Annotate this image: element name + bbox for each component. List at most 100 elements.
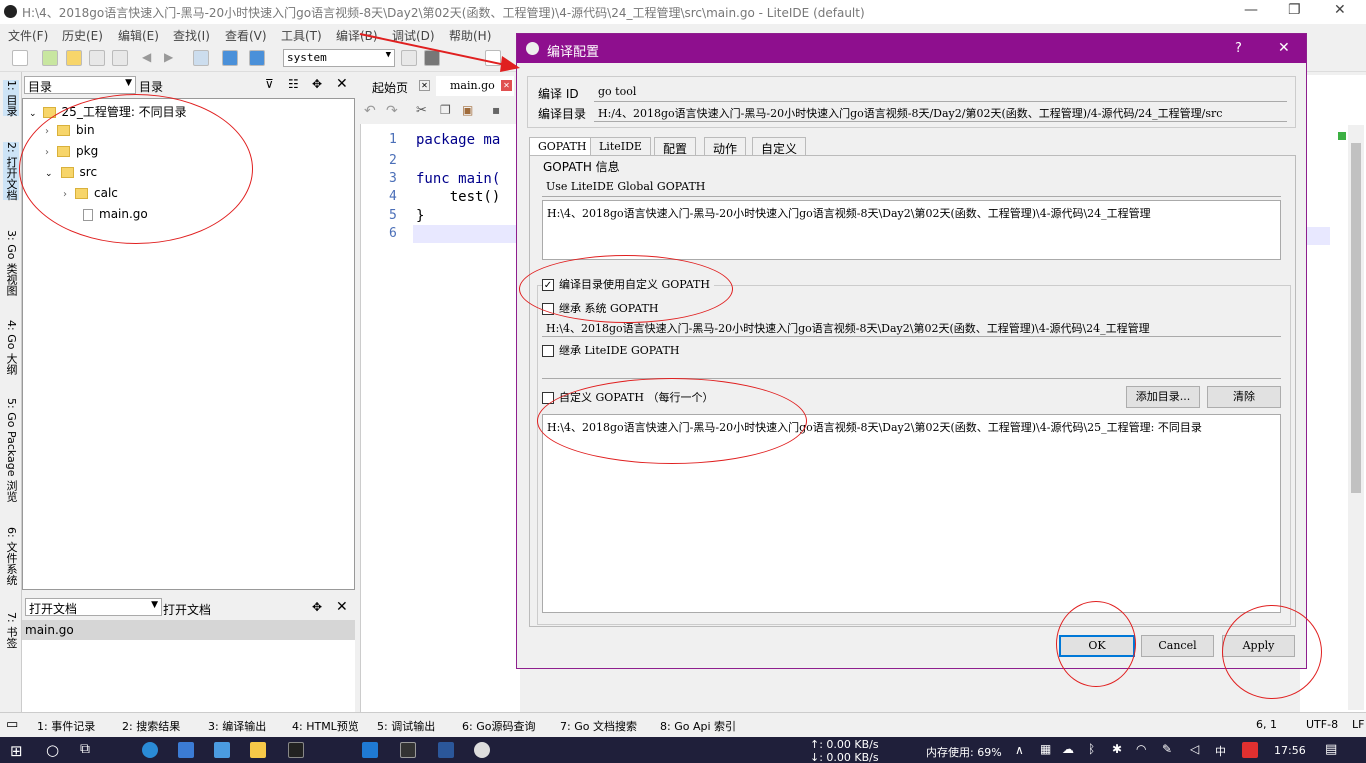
sidetab-directory[interactable]: 1: 目录 bbox=[3, 80, 19, 117]
tab-actions[interactable]: 动作 bbox=[704, 137, 747, 156]
dir-combo[interactable]: 目录 ▼ bbox=[24, 76, 136, 94]
status-tab-search-results[interactable]: 2: 搜索结果 bbox=[122, 718, 180, 734]
open-folder-icon[interactable] bbox=[66, 50, 82, 66]
tab-label: 动作 bbox=[713, 142, 738, 156]
help-button[interactable]: ? bbox=[1235, 41, 1242, 56]
code-editor[interactable]: 1 2 3 4 5 6 package ma func main( test()… bbox=[360, 124, 521, 712]
tab-gopath[interactable]: GOPATH bbox=[529, 137, 596, 156]
scrollbar[interactable] bbox=[1348, 125, 1364, 710]
vscode-icon[interactable] bbox=[362, 742, 378, 758]
window-titlebar: H:\4、2018go语言快速入门-黑马-20小时快速入门go语言视频-8天\D… bbox=[0, 0, 1366, 24]
inherit-liteide-gopath-checkbox[interactable]: 继承 LiteIDE GOPATH bbox=[542, 342, 679, 358]
open-doc-item[interactable]: main.go bbox=[22, 620, 355, 640]
save-icon[interactable] bbox=[89, 50, 105, 66]
close-icon[interactable]: ✕ bbox=[336, 599, 348, 615]
pen-icon[interactable]: ✎ bbox=[1162, 742, 1172, 756]
sogou-icon[interactable] bbox=[1242, 742, 1258, 758]
ime-indicator[interactable]: 中 bbox=[1215, 743, 1226, 759]
tools-icon[interactable] bbox=[193, 50, 209, 66]
star-icon[interactable]: ✱ bbox=[1112, 742, 1122, 756]
menu-file[interactable]: 文件(F) bbox=[8, 27, 48, 44]
code-line: } bbox=[416, 208, 425, 224]
menu-find[interactable]: 查找(I) bbox=[173, 27, 210, 44]
copy-icon[interactable]: ❐ bbox=[440, 103, 451, 117]
redo-icon[interactable]: ↷ bbox=[386, 103, 398, 119]
save-all-icon[interactable] bbox=[112, 50, 128, 66]
store-icon[interactable] bbox=[214, 742, 230, 758]
folder-icon[interactable] bbox=[250, 742, 266, 758]
editor-tab-main-go[interactable]: main.go ✕ bbox=[436, 76, 514, 96]
sidetab-outline[interactable]: 4: Go 大纲 bbox=[3, 320, 19, 375]
menu-history[interactable]: 历史(E) bbox=[62, 27, 103, 44]
new-file-icon[interactable] bbox=[12, 50, 28, 66]
editor-tab-start[interactable]: 起始页 ✕ bbox=[362, 76, 434, 96]
windows-start-icon[interactable]: ⊞ bbox=[10, 742, 23, 760]
restore-button[interactable]: ❐ bbox=[1288, 2, 1301, 18]
status-tab-event-log[interactable]: 1: 事件记录 bbox=[37, 718, 95, 734]
filter-icon[interactable]: ⊽ bbox=[265, 77, 274, 91]
jetbrains-icon[interactable] bbox=[288, 742, 304, 758]
status-tab-api-index[interactable]: 8: Go Api 索引 bbox=[660, 718, 736, 734]
status-tab-html-preview[interactable]: 4: HTML预览 bbox=[292, 718, 359, 734]
status-tab-debug-output[interactable]: 5: 调试输出 bbox=[377, 718, 435, 734]
terminal-icon[interactable] bbox=[400, 742, 416, 758]
add-directory-button[interactable]: 添加目录... bbox=[1126, 386, 1200, 408]
scrollbar-thumb[interactable] bbox=[1351, 143, 1361, 493]
sidetab-bookmarks[interactable]: 7: 书签 bbox=[3, 612, 19, 648]
status-tab-build-output[interactable]: 3: 编译输出 bbox=[208, 718, 266, 734]
open-file-icon[interactable] bbox=[42, 50, 58, 66]
sidetab-filesystem[interactable]: 6: 文件系统 bbox=[3, 527, 19, 585]
sidetab-package-browser[interactable]: 5: Go Package 浏览 bbox=[3, 398, 19, 502]
paste-icon[interactable]: ▣ bbox=[462, 103, 473, 117]
close-icon[interactable]: ✕ bbox=[501, 80, 512, 91]
liteide-icon[interactable] bbox=[474, 742, 490, 758]
tray-icon[interactable]: ▦ bbox=[1040, 742, 1051, 756]
close-button[interactable]: ✕ bbox=[1334, 2, 1346, 18]
notification-icon[interactable]: ▤ bbox=[1325, 742, 1337, 757]
explorer-icon[interactable] bbox=[178, 742, 194, 758]
status-tab-source-query[interactable]: 6: Go源码查询 bbox=[462, 718, 535, 734]
dialog-close-button[interactable]: ✕ bbox=[1278, 40, 1290, 56]
back-icon[interactable]: ◀ bbox=[142, 50, 158, 66]
close-icon[interactable]: ✕ bbox=[419, 80, 430, 91]
lock-icon[interactable]: ▪ bbox=[492, 103, 500, 117]
sidetab-open-docs[interactable]: 2: 打开文档 bbox=[3, 142, 19, 201]
minimize-button[interactable]: — bbox=[1244, 2, 1258, 18]
undo-icon[interactable]: ↶ bbox=[364, 103, 376, 119]
browser-icon[interactable] bbox=[222, 50, 238, 66]
open-doc-item-label: main.go bbox=[25, 623, 74, 637]
search-icon[interactable]: ○ bbox=[46, 741, 59, 759]
dialog-titlebar: 编译配置 ? ✕ bbox=[517, 34, 1306, 63]
move-icon[interactable]: ✥ bbox=[312, 600, 322, 614]
word-icon[interactable] bbox=[438, 742, 454, 758]
forward-icon[interactable]: ▶ bbox=[164, 50, 180, 66]
cloud-icon[interactable]: ☁ bbox=[1062, 742, 1074, 756]
dialog-title: 编译配置 bbox=[547, 45, 600, 60]
go-icon[interactable] bbox=[249, 50, 265, 66]
layout-icon[interactable]: ☷ bbox=[288, 77, 299, 91]
clear-button[interactable]: 清除 bbox=[1207, 386, 1281, 408]
tab-liteide[interactable]: LiteIDE bbox=[590, 137, 651, 156]
gopath-info-value: H:\4、2018go语言快速入门-黑马-20小时快速入门go语言视频-8天\D… bbox=[547, 207, 1151, 220]
cut-icon[interactable]: ✂ bbox=[416, 103, 427, 118]
close-icon[interactable]: ✕ bbox=[336, 76, 348, 92]
menu-view[interactable]: 查看(V) bbox=[225, 27, 267, 44]
move-icon[interactable]: ✥ bbox=[312, 77, 322, 91]
task-view-icon[interactable]: ⧉ bbox=[80, 741, 90, 757]
cancel-button[interactable]: Cancel bbox=[1141, 635, 1214, 657]
bluetooth-icon[interactable]: ᛒ bbox=[1088, 742, 1095, 756]
annotation-circle-ok bbox=[1056, 601, 1136, 687]
status-tab-doc-search[interactable]: 7: Go 文档搜索 bbox=[560, 718, 637, 734]
menu-edit[interactable]: 编辑(E) bbox=[118, 27, 159, 44]
tab-custom[interactable]: 自定义 bbox=[752, 137, 807, 156]
edge-icon[interactable] bbox=[142, 742, 158, 758]
menu-tools[interactable]: 工具(T) bbox=[281, 27, 322, 44]
line-number: 5 bbox=[389, 208, 397, 223]
wifi-icon[interactable]: ◠ bbox=[1136, 742, 1146, 756]
panel-toggle-icon[interactable]: ▭ bbox=[6, 717, 18, 732]
open-docs-combo[interactable]: 打开文档 ▼ bbox=[25, 598, 162, 616]
chevron-up-icon[interactable]: ∧ bbox=[1015, 743, 1024, 757]
volume-icon[interactable]: ◁ bbox=[1190, 742, 1199, 756]
tab-config[interactable]: 配置 bbox=[654, 137, 697, 156]
sidetab-class-view[interactable]: 3: Go 类视图 bbox=[3, 230, 19, 296]
